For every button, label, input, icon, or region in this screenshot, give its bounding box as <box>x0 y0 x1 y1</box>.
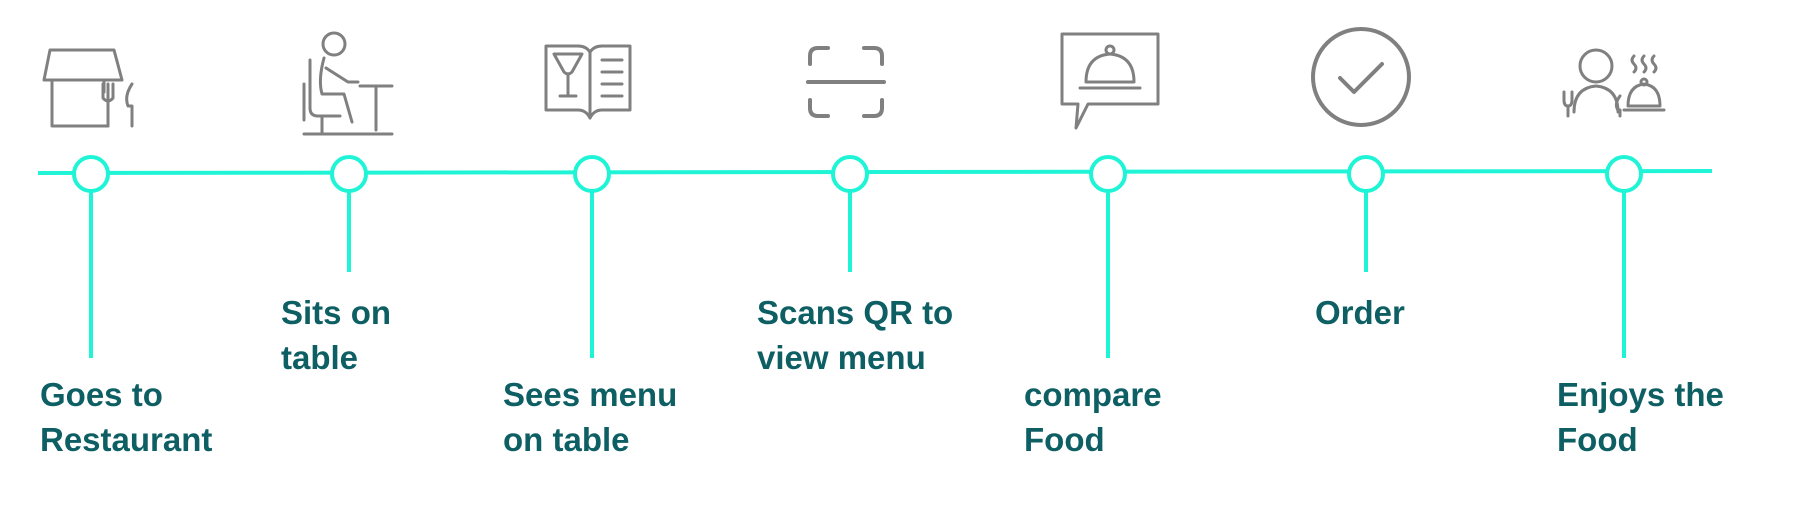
check-circle-icon <box>1310 26 1412 128</box>
food-cloche-chat-icon <box>1060 32 1160 130</box>
step-label-sees-menu: Sees menu on table <box>503 376 678 458</box>
person-sitting-at-table-icon <box>300 30 400 136</box>
step-label-enjoys-food: Enjoys the Food <box>1557 376 1724 458</box>
timeline-node <box>573 155 611 193</box>
step-label-sits-on-table: Sits on table <box>281 294 392 376</box>
timeline-node <box>831 155 869 193</box>
restaurant-icon <box>40 48 140 128</box>
timeline-node <box>1089 155 1127 193</box>
timeline-node <box>72 155 110 193</box>
timeline-axis <box>37 169 1713 175</box>
customer-journey-diagram: Goes to Restaurant Sits on table Sees menu… <box>0 0 1805 514</box>
timeline-node <box>330 155 368 193</box>
timeline <box>37 155 1713 358</box>
step-label-order: Order <box>1315 294 1405 331</box>
step-label-scans-qr: Scans QR to view menu <box>757 294 954 376</box>
timeline-node <box>1605 155 1643 193</box>
timeline-node <box>1347 155 1385 193</box>
step-label-goes-to-restaurant: Goes to Restaurant <box>40 376 213 458</box>
qr-scan-frame-icon <box>806 44 886 120</box>
step-label-compare-food: compare Food <box>1024 376 1162 458</box>
menu-book-icon <box>544 44 634 120</box>
diner-with-food-icon <box>1560 48 1670 118</box>
